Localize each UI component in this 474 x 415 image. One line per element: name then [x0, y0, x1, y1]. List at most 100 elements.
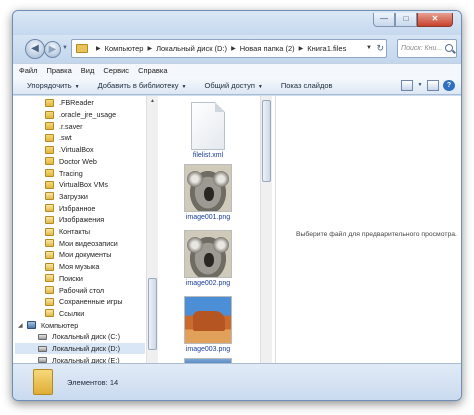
organize-label: Упорядочить: [27, 81, 72, 90]
xml-document-icon: [191, 102, 225, 150]
details-pane: Элементов: 14: [13, 363, 461, 400]
breadcrumb-separator-icon[interactable]: ▶: [96, 45, 101, 52]
address-row: ◀ ▶ ▼ ▶ Компьютер ▶ Локальный диск (D:) …: [13, 35, 461, 63]
recent-pages-dropdown[interactable]: ▼: [62, 45, 68, 51]
menu-edit[interactable]: Правка: [46, 66, 71, 75]
folder-icon: [45, 110, 54, 119]
refresh-icon[interactable]: ↻: [376, 43, 384, 54]
chevron-down-icon: ▼: [181, 84, 187, 90]
nav-item[interactable]: .oracle_jre_usage: [45, 109, 116, 121]
breadcrumb-new-folder[interactable]: Новая папка (2): [240, 44, 295, 53]
nav-item[interactable]: Локальный диск (D:): [15, 342, 145, 355]
nav-item[interactable]: Контакты: [45, 226, 90, 238]
nav-item[interactable]: Мои видеозаписи: [45, 237, 118, 249]
nav-item[interactable]: Ссылки: [45, 308, 84, 320]
nav-item[interactable]: VirtualBox VMs: [45, 179, 108, 191]
nav-item[interactable]: Локальный диск (C:): [38, 331, 120, 343]
menu-help[interactable]: Справка: [138, 66, 167, 75]
nav-item[interactable]: Мои документы: [45, 249, 111, 261]
nav-item[interactable]: Избранное: [45, 202, 95, 214]
add-to-library-label: Добавить в библиотеку: [97, 81, 179, 90]
nav-item-label: Локальный диск (E:): [52, 355, 120, 363]
nav-item[interactable]: Doctor Web: [45, 156, 97, 168]
back-button[interactable]: ◀: [25, 39, 45, 59]
koala-ear: [213, 171, 229, 187]
file-item[interactable]: filelist.xml: [173, 102, 243, 159]
add-to-library-button[interactable]: Добавить в библиотеку ▼: [98, 81, 187, 90]
nav-item[interactable]: Рабочий стол: [45, 284, 104, 296]
breadcrumb-computer[interactable]: Компьютер: [105, 44, 144, 53]
change-view-icon[interactable]: [401, 80, 413, 91]
help-icon[interactable]: ?: [443, 80, 455, 91]
breadcrumb-drive-d[interactable]: Локальный диск (D:): [156, 44, 227, 53]
videos-folder-icon: [45, 239, 54, 248]
close-button[interactable]: ✕: [417, 13, 453, 27]
search-input[interactable]: Поиск: Кни...: [397, 39, 457, 58]
file-item[interactable]: image001.png: [173, 164, 243, 221]
expand-arrow-icon[interactable]: ◢: [18, 322, 23, 329]
nav-item[interactable]: Сохраненные игры: [45, 296, 123, 308]
nav-item[interactable]: Моя музыка: [45, 261, 99, 273]
nav-item-label: Контакты: [59, 227, 91, 237]
chevron-down-icon: ▼: [257, 84, 263, 90]
breadcrumb-separator-icon[interactable]: ▶: [299, 45, 304, 52]
nav-item[interactable]: Локальный диск (E:): [38, 354, 120, 363]
navigation-scrollbar[interactable]: ▲: [146, 96, 158, 363]
folder-icon: [45, 133, 54, 142]
menu-tools[interactable]: Сервис: [103, 66, 129, 75]
koala-ear: [187, 171, 203, 187]
koala-nose: [204, 253, 214, 267]
nav-item-label: Локальный диск (D:): [52, 344, 121, 354]
content-area: .FBReader .oracle_jre_usage .r.saver .swt .V…: [13, 96, 461, 363]
nav-item[interactable]: Tracing: [45, 167, 83, 179]
view-dropdown-icon[interactable]: ▼: [417, 80, 423, 91]
share-button[interactable]: Общий доступ ▼: [205, 81, 263, 90]
file-list-scrollbar[interactable]: [260, 96, 272, 363]
nav-item-label: Компьютер: [41, 320, 79, 330]
file-list[interactable]: filelist.xml image001.png image002.png i…: [159, 96, 263, 363]
file-list-scroll-thumb[interactable]: [262, 100, 271, 182]
links-folder-icon: [45, 309, 54, 318]
menu-view[interactable]: Вид: [81, 66, 95, 75]
minimize-button[interactable]: —: [373, 13, 395, 27]
nav-item[interactable]: .swt: [45, 132, 72, 144]
koala-ear: [213, 237, 229, 253]
favorites-folder-icon: [45, 204, 54, 213]
organize-button[interactable]: Упорядочить ▼: [27, 81, 80, 90]
nav-item-label: Мои документы: [59, 250, 112, 260]
breadcrumb-separator-icon[interactable]: ▶: [231, 45, 236, 52]
breadcrumb-separator-icon[interactable]: ▶: [147, 45, 152, 52]
breadcrumb-current-folder[interactable]: Книга1.files: [307, 44, 346, 53]
address-bar[interactable]: ▶ Компьютер ▶ Локальный диск (D:) ▶ Нова…: [71, 39, 387, 58]
forward-button[interactable]: ▶: [44, 41, 61, 58]
nav-item[interactable]: Изображения: [45, 214, 104, 226]
nav-item[interactable]: .FBReader: [45, 97, 94, 109]
nav-item-label: Сохраненные игры: [59, 297, 123, 307]
slideshow-button[interactable]: Показ слайдов: [281, 81, 333, 90]
address-dropdown-icon[interactable]: ▼: [366, 45, 372, 51]
slideshow-label: Показ слайдов: [280, 81, 333, 90]
nav-item[interactable]: Поиски: [45, 273, 83, 285]
nav-item[interactable]: Компьютер: [27, 319, 78, 331]
nav-item-label: Рабочий стол: [59, 285, 105, 295]
navigation-pane[interactable]: .FBReader .oracle_jre_usage .r.saver .swt .V…: [13, 96, 147, 363]
file-name: image003.png: [185, 346, 231, 353]
file-item[interactable]: image003.png: [173, 296, 243, 353]
navigation-scroll-thumb[interactable]: [148, 278, 157, 350]
nav-item-label: Ссылки: [59, 308, 85, 318]
file-name: image001.png: [185, 214, 231, 221]
nav-item[interactable]: .r.saver: [45, 120, 83, 132]
nav-item-label: .swt: [59, 133, 72, 143]
koala-image-thumbnail: [184, 164, 232, 212]
search-icon[interactable]: [445, 44, 453, 52]
preview-pane-icon[interactable]: [427, 80, 439, 91]
nav-item[interactable]: Загрузки: [45, 191, 88, 203]
menu-file[interactable]: Файл: [19, 66, 37, 75]
breadcrumb: ▶ Компьютер ▶ Локальный диск (D:) ▶ Нова…: [92, 44, 346, 53]
nav-item[interactable]: .VirtualBox: [45, 144, 94, 156]
scroll-up-icon[interactable]: ▲: [147, 96, 158, 106]
file-item[interactable]: image002.png: [173, 230, 243, 287]
nav-item-label: .r.saver: [59, 121, 83, 131]
maximize-button[interactable]: □: [395, 13, 417, 27]
item-count: Элементов: 14: [67, 378, 119, 387]
